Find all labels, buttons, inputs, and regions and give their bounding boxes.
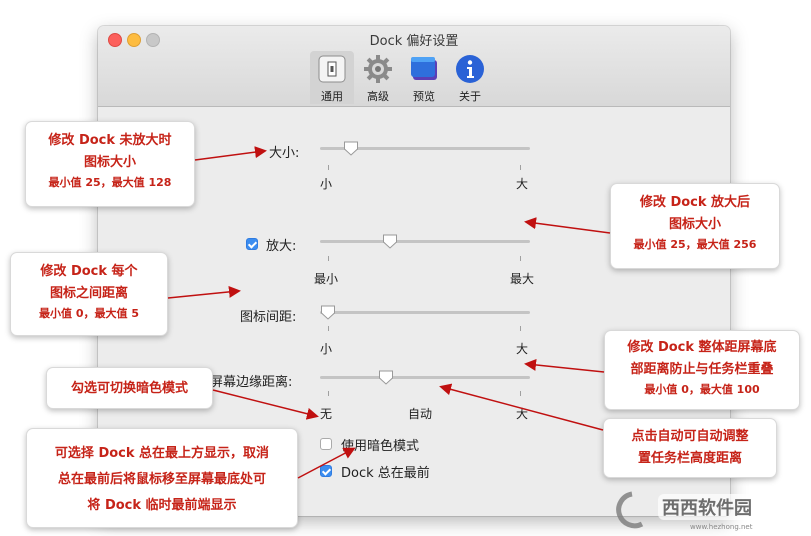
size-slider[interactable] bbox=[320, 140, 530, 156]
screen-edge-label: 屏幕边缘距离: bbox=[210, 375, 293, 390]
tab-about-label: 关于 bbox=[459, 90, 481, 103]
screen-edge-slider-thumb[interactable] bbox=[378, 369, 394, 385]
tab-advanced-label: 高级 bbox=[367, 90, 389, 103]
size-slider-thumb[interactable] bbox=[343, 140, 359, 156]
annotation-dark-mode: 勾选可切换暗色模式 bbox=[46, 367, 213, 409]
always-on-top-checkbox[interactable] bbox=[320, 465, 332, 477]
spacing-label: 图标间距: bbox=[240, 310, 297, 325]
watermark-logo: 西西软件园 www.hezhong.net bbox=[610, 488, 806, 532]
tab-about[interactable]: 关于 bbox=[448, 51, 492, 104]
size-min-label: 小 bbox=[320, 177, 333, 191]
always-on-top-label: Dock 总在最前 bbox=[341, 466, 430, 481]
tab-advanced[interactable]: 高级 bbox=[356, 51, 400, 104]
title-bar: Dock 偏好设置 通用 高级 预览 关于 bbox=[98, 26, 730, 107]
gear-icon bbox=[364, 55, 392, 83]
size-max-label: 大 bbox=[516, 177, 529, 191]
preview-icon bbox=[411, 57, 437, 80]
screen-edge-auto-button[interactable]: 自动 bbox=[408, 405, 432, 422]
screen-edge-min-label: 无 bbox=[320, 407, 333, 421]
annotation-size: 修改 Dock 未放大时 图标大小 最小值 25，最大值 128 bbox=[25, 121, 195, 207]
dark-mode-label: 使用暗色模式 bbox=[341, 439, 420, 454]
size-label: 大小: bbox=[269, 146, 300, 161]
magnification-max-label: 最大 bbox=[510, 272, 535, 286]
annotation-screen-edge: 修改 Dock 整体距屏幕底 部距离防止与任务栏重叠 最小值 0，最大值 100 bbox=[604, 330, 800, 410]
annotation-magnify: 修改 Dock 放大后 图标大小 最小值 25，最大值 256 bbox=[610, 183, 780, 269]
magnification-min-label: 最小 bbox=[314, 272, 339, 286]
annotation-always-on-top: 可选择 Dock 总在最上方显示，取消 总在最前后将鼠标移至屏幕最底处可 将 D… bbox=[26, 428, 298, 528]
spacing-max-label: 大 bbox=[516, 342, 529, 356]
magnification-checkbox[interactable] bbox=[246, 238, 258, 250]
magnification-slider[interactable] bbox=[320, 233, 530, 249]
annotation-spacing: 修改 Dock 每个 图标之间距离 最小值 0，最大值 5 bbox=[10, 252, 168, 336]
annotation-auto: 点击自动可自动调整 置任务栏高度距离 bbox=[603, 418, 777, 478]
svg-text:www.hezhong.net: www.hezhong.net bbox=[690, 523, 753, 531]
screen-edge-slider[interactable] bbox=[320, 369, 530, 385]
spacing-min-label: 小 bbox=[320, 342, 333, 356]
spacing-slider-thumb[interactable] bbox=[320, 304, 336, 320]
general-icon bbox=[318, 55, 346, 83]
magnification-slider-thumb[interactable] bbox=[382, 233, 398, 249]
tab-preview[interactable]: 预览 bbox=[402, 51, 446, 104]
magnification-label: 放大: bbox=[266, 239, 297, 254]
tab-preview-label: 预览 bbox=[413, 90, 435, 103]
window-title: Dock 偏好设置 bbox=[369, 34, 459, 49]
info-icon bbox=[456, 55, 484, 83]
svg-text:西西软件园: 西西软件园 bbox=[662, 497, 752, 519]
tab-general[interactable]: 通用 bbox=[310, 51, 354, 104]
spacing-slider[interactable] bbox=[320, 304, 530, 320]
tab-general-label: 通用 bbox=[321, 90, 343, 103]
screen-edge-max-label: 大 bbox=[516, 407, 529, 421]
dark-mode-checkbox[interactable] bbox=[320, 438, 332, 450]
